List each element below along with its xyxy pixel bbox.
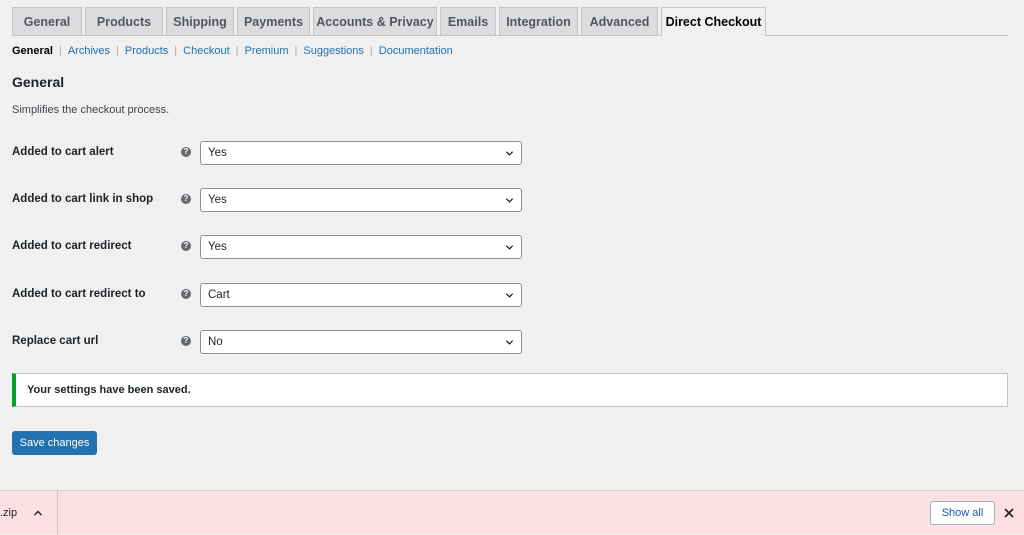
tab-products[interactable]: Products (85, 7, 163, 35)
subnav-suggestions[interactable]: Suggestions (303, 45, 364, 57)
subsection-nav: General | Archives | Products | Checkout… (12, 44, 453, 58)
download-file-name: .zip (0, 507, 18, 519)
chevron-down-icon (505, 245, 514, 250)
replace-cart-url-select[interactable]: No (200, 330, 522, 354)
tab-accounts-privacy[interactable]: Accounts & Privacy (313, 7, 437, 35)
question-circle-icon[interactable]: ? (181, 241, 191, 251)
tab-emails[interactable]: Emails (440, 7, 496, 35)
tab-integration[interactable]: Integration (499, 7, 578, 35)
select-value: Yes (208, 147, 227, 159)
select-value: Yes (208, 241, 227, 253)
tab-shipping[interactable]: Shipping (166, 7, 234, 35)
setting-label: Added to cart link in shop (12, 193, 154, 205)
subnav-separator: | (369, 45, 373, 57)
added-to-cart-alert-select[interactable]: Yes (200, 141, 522, 165)
subnav-documentation[interactable]: Documentation (379, 45, 453, 57)
setting-row-added-to-cart-redirect-to: Added to cart redirect to ? Cart (12, 283, 532, 307)
tab-general[interactable]: General (12, 7, 82, 35)
download-item[interactable]: .zip (0, 491, 58, 535)
section-description: Simplifies the checkout process. (12, 104, 170, 116)
section-title: General (12, 74, 65, 90)
select-value: No (208, 336, 223, 348)
chevron-down-icon (505, 198, 514, 203)
setting-label: Added to cart redirect to (12, 288, 146, 300)
select-value: Cart (208, 289, 230, 301)
setting-row-added-to-cart-link: Added to cart link in shop ? Yes (12, 188, 532, 212)
select-value: Yes (208, 194, 227, 206)
save-changes-button[interactable]: Save changes (12, 431, 97, 455)
download-bar: .zip Show all (0, 490, 1024, 535)
show-all-button[interactable]: Show all (930, 501, 995, 525)
setting-row-replace-cart-url: Replace cart url ? No (12, 330, 532, 354)
subnav-archives[interactable]: Archives (68, 45, 110, 57)
added-to-cart-redirect-select[interactable]: Yes (200, 235, 522, 259)
subnav-separator: | (58, 45, 62, 57)
subnav-separator: | (174, 45, 178, 57)
subnav-products[interactable]: Products (125, 45, 168, 57)
setting-row-added-to-cart-alert: Added to cart alert ? Yes (12, 141, 532, 165)
added-to-cart-redirect-to-select[interactable]: Cart (200, 283, 522, 307)
chevron-down-icon (505, 293, 514, 298)
setting-label: Replace cart url (12, 335, 99, 347)
subnav-separator: | (235, 45, 239, 57)
subnav-separator: | (116, 45, 119, 57)
question-circle-icon[interactable]: ? (181, 194, 191, 204)
subnav-premium[interactable]: Premium (245, 45, 289, 57)
chevron-down-icon (505, 340, 514, 345)
settings-tabs: General Products Shipping Payments Accou… (12, 7, 1008, 36)
setting-label: Added to cart alert (12, 146, 114, 158)
question-circle-icon[interactable]: ? (181, 336, 191, 346)
close-icon[interactable] (1003, 507, 1015, 519)
chevron-up-icon[interactable] (33, 508, 43, 518)
setting-label: Added to cart redirect (12, 240, 132, 252)
added-to-cart-link-select[interactable]: Yes (200, 188, 522, 212)
subnav-checkout[interactable]: Checkout (183, 45, 229, 57)
subnav-general[interactable]: General (12, 45, 53, 57)
question-circle-icon[interactable]: ? (181, 289, 191, 299)
notice-text: Your settings have been saved. (27, 384, 191, 396)
settings-saved-notice: Your settings have been saved. (12, 373, 1008, 407)
setting-row-added-to-cart-redirect: Added to cart redirect ? Yes (12, 235, 532, 259)
tab-advanced[interactable]: Advanced (581, 7, 658, 35)
tab-payments[interactable]: Payments (237, 7, 310, 35)
question-circle-icon[interactable]: ? (181, 147, 191, 157)
subnav-separator: | (294, 45, 298, 57)
chevron-down-icon (505, 151, 514, 156)
tab-direct-checkout[interactable]: Direct Checkout (661, 7, 766, 36)
